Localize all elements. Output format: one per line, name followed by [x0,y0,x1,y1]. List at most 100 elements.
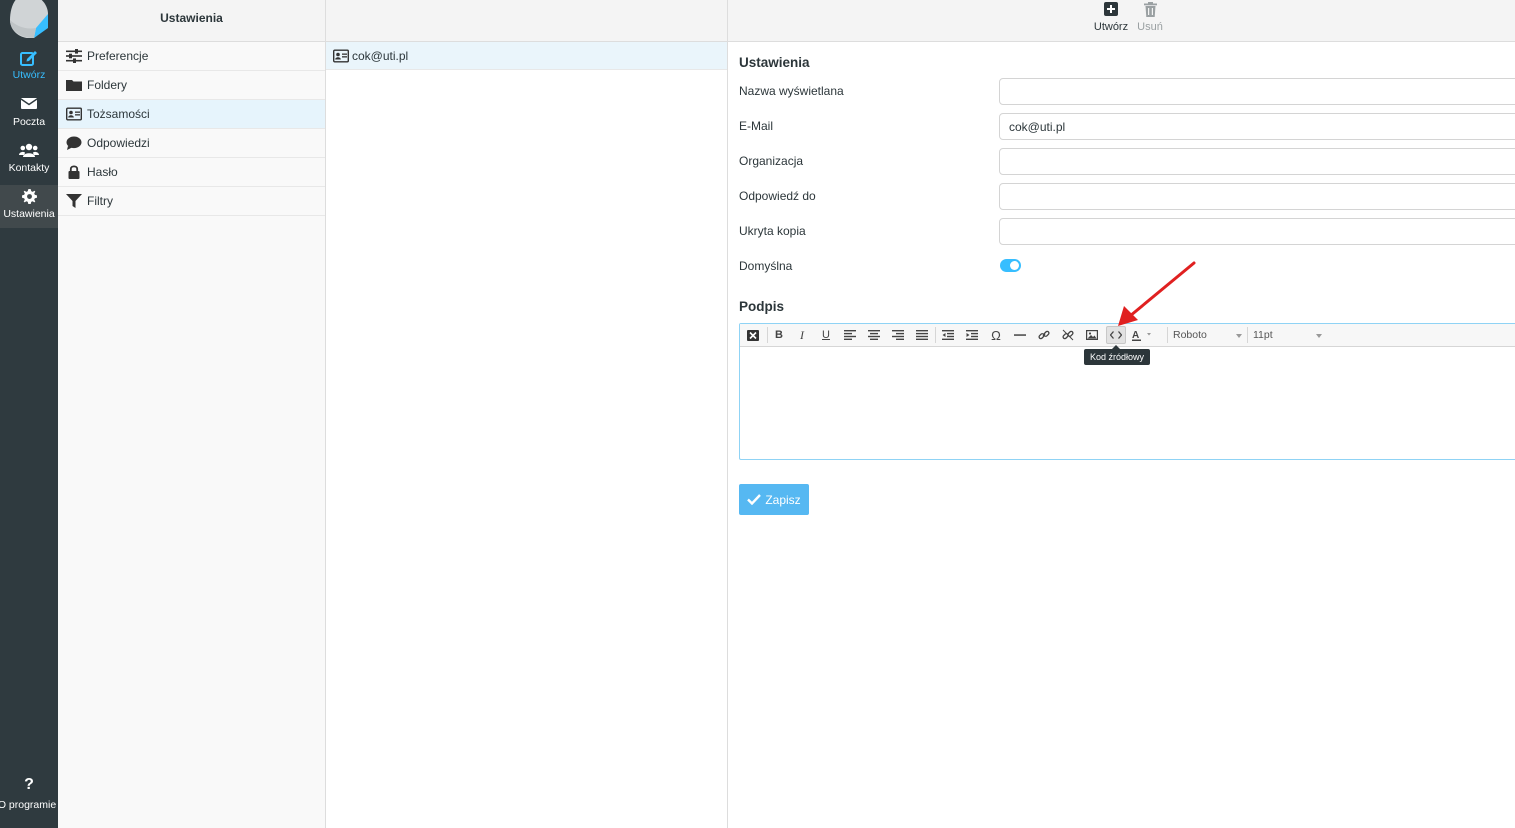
toolbar-separator [1247,327,1248,343]
reply-to-label: Odpowiedź do [739,189,816,203]
annotation-arrow [1118,261,1196,326]
save-button[interactable]: Zapisz [739,484,809,515]
rail-settings-label: Ustawienia [3,208,55,220]
identity-form-panel: Utwórz Usuń Ustawienia Nazwa wyświetlana… [728,0,1515,828]
display-name-label: Nazwa wyświetlana [739,84,844,98]
reply-to-input[interactable] [999,183,1515,210]
align-left-button[interactable] [840,326,860,344]
insert-image-button[interactable] [1082,326,1102,344]
sliders-icon [66,49,82,63]
section-label: Foldery [87,78,128,92]
signature-editor: B I U Ω A Roboto 11pt [739,323,1515,460]
id-card-icon [66,107,82,121]
id-card-icon [333,49,349,63]
identities-panel: cok@uti.pl [326,0,728,828]
settings-panel-title: Ustawienia [58,0,325,42]
delete-identity-button[interactable]: Usuń [1130,2,1170,33]
font-family-value: Roboto [1173,329,1207,341]
check-icon [747,494,762,505]
font-size-select[interactable]: 11pt [1250,327,1324,344]
section-label: Odpowiedzi [87,136,150,150]
rail-about-button[interactable]: ? O programie [0,776,58,820]
plus-square-icon [1091,2,1131,21]
save-label: Zapisz [765,492,801,507]
app-logo [10,0,48,38]
trash-icon [1130,2,1170,21]
indent-button[interactable] [962,326,982,344]
chevron-down-icon [1316,334,1322,338]
identities-panel-header [326,0,727,42]
identity-item[interactable]: cok@uti.pl [326,42,727,70]
comment-icon [66,136,82,150]
chevron-down-icon [1236,334,1242,338]
section-item-identities[interactable]: Tożsamości [58,100,325,129]
email-input[interactable] [999,113,1515,140]
delete-label: Usuń [1137,21,1163,33]
identity-label: cok@uti.pl [352,49,409,63]
font-size-value: 11pt [1253,329,1273,341]
italic-button[interactable]: I [792,326,812,344]
section-item-password[interactable]: Hasło [58,158,325,187]
align-right-icon [892,330,904,340]
folder-icon [66,80,82,91]
app-rail: Utwórz Poczta Kontakty Ustawienia ? O pr… [0,0,58,828]
section-item-filters[interactable]: Filtry [58,187,325,216]
section-item-responses[interactable]: Odpowiedzi [58,129,325,158]
section-item-preferences[interactable]: Preferencje [58,42,325,71]
compose-icon [0,46,58,68]
bcc-label: Ukryta kopia [739,224,806,238]
outdent-button[interactable] [938,326,958,344]
section-label: Hasło [87,165,118,179]
signature-title: Podpis [739,299,785,314]
rail-contacts-label: Kontakty [8,162,50,174]
envelope-icon [0,93,58,115]
display-name-input[interactable] [999,78,1515,105]
organization-label: Organizacja [739,154,804,168]
rail-mail-button[interactable]: Poczta [0,93,58,137]
underline-button[interactable]: U [816,326,836,344]
rail-settings-button[interactable]: Ustawienia [0,185,58,228]
bcc-input[interactable] [999,218,1515,245]
code-icon [1110,331,1122,339]
indent-icon [966,330,978,340]
default-label: Domyślna [739,259,793,273]
form-title: Ustawienia [739,55,810,70]
bold-icon: B [775,329,783,341]
section-item-folders[interactable]: Foldery [58,71,325,100]
underline-icon: U [822,329,830,341]
lock-icon [68,165,80,179]
create-identity-button[interactable]: Utwórz [1091,2,1131,33]
align-right-button[interactable] [888,326,908,344]
toolbar: Utwórz Usuń [728,0,1515,42]
image-icon [1086,330,1098,340]
align-justify-button[interactable] [912,326,932,344]
omega-icon: Ω [991,327,1001,343]
italic-icon: I [800,327,804,342]
question-icon: ? [24,776,34,793]
section-label: Preferencje [87,49,149,63]
remove-link-button[interactable] [1058,326,1078,344]
create-label: Utwórz [1093,21,1129,33]
toolbar-separator [767,327,768,343]
toolbar-separator [935,327,936,343]
horizontal-rule-icon [1014,334,1026,336]
rail-contacts-button[interactable]: Kontakty [0,139,58,183]
horizontal-rule-button[interactable] [1010,326,1030,344]
gear-icon [0,185,58,207]
align-center-button[interactable] [864,326,884,344]
toggle-html-button[interactable] [743,326,763,344]
filter-icon [66,194,82,208]
rail-mail-label: Poczta [12,116,46,128]
text-color-icon: A [1132,330,1151,341]
link-icon [1038,330,1050,340]
rail-compose-label: Utwórz [12,69,46,81]
special-char-button[interactable]: Ω [986,326,1006,344]
tooltip: Kod źródłowy [1084,345,1151,365]
settings-sections-panel: Ustawienia Preferencje Foldery Tożsamośc… [58,0,326,828]
bold-button[interactable]: B [769,326,789,344]
default-toggle[interactable] [1000,259,1021,272]
organization-input[interactable] [999,148,1515,175]
close-box-icon [747,329,759,341]
rail-compose-button[interactable]: Utwórz [0,46,58,90]
insert-link-button[interactable] [1034,326,1054,344]
